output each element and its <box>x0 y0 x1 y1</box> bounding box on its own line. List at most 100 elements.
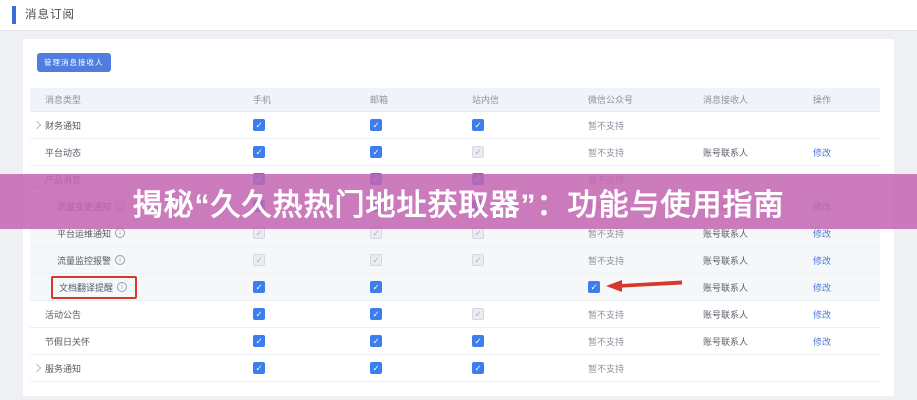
recipient-text: 账号联系人 <box>703 146 748 159</box>
row-label: 平台动态 <box>45 146 81 159</box>
not-supported-text: 暂不支持 <box>588 146 624 159</box>
modify-link[interactable]: 修改 <box>813 254 831 267</box>
info-icon[interactable]: i <box>115 255 125 265</box>
column-header-label: 消息类型 <box>45 93 81 106</box>
email-checkbox-checked[interactable]: ✓ <box>370 335 382 347</box>
row-label: 节假日关怀 <box>45 335 90 348</box>
operation-cell: 修改 <box>813 254 880 267</box>
site-message-cell: ✓ <box>472 119 588 131</box>
email-cell: ✓ <box>370 281 472 293</box>
operation-cell: 修改 <box>813 308 880 321</box>
modify-link[interactable]: 修改 <box>813 335 831 348</box>
message-type-cell: 文档翻译提醒 i <box>30 276 253 299</box>
recipient-cell: 账号联系人 <box>703 281 813 294</box>
email-checkbox-checked[interactable]: ✓ <box>370 362 382 374</box>
column-header: 消息类型 <box>30 93 253 106</box>
message-type-cell: 节假日关怀 <box>30 335 253 348</box>
phone-cell: ✓ <box>253 146 370 158</box>
email-checkbox-checked[interactable]: ✓ <box>370 119 382 131</box>
row-label: 服务通知 <box>45 362 81 375</box>
phone-cell: ✓ <box>253 254 370 266</box>
email-checkbox-checked[interactable]: ✓ <box>370 308 382 320</box>
column-header-label: 微信公众号 <box>588 93 633 106</box>
table-row: 活动公告✓✓✓暂不支持账号联系人修改 <box>30 301 880 328</box>
recipient-cell: 账号联系人 <box>703 335 813 348</box>
email-checkbox-disabled: ✓ <box>370 254 382 266</box>
wechat-checkbox-checked[interactable]: ✓ <box>588 281 600 293</box>
promo-overlay-banner: 揭秘“久久热热门地址获取器”：功能与使用指南 <box>0 174 917 229</box>
column-header-label: 操作 <box>813 93 831 106</box>
phone-checkbox-checked[interactable]: ✓ <box>253 119 265 131</box>
email-cell: ✓ <box>370 335 472 347</box>
not-supported-text: 暂不支持 <box>588 119 624 132</box>
wechat-cell: 暂不支持 <box>588 308 703 321</box>
site-message-checkbox-checked[interactable]: ✓ <box>472 119 484 131</box>
modify-link[interactable]: 修改 <box>813 146 831 159</box>
email-cell: ✓ <box>370 254 472 266</box>
title-accent-bar <box>12 6 16 24</box>
site-message-checkbox-disabled: ✓ <box>472 146 484 158</box>
table-header-row: 消息类型 手机邮箱 站内信 微信公众号 消息接收人操作 <box>30 88 880 112</box>
site-message-checkbox-checked[interactable]: ✓ <box>472 362 484 374</box>
modify-link[interactable]: 修改 <box>813 281 831 294</box>
phone-checkbox-checked[interactable]: ✓ <box>253 146 265 158</box>
phone-cell: ✓ <box>253 281 370 293</box>
info-icon[interactable]: i <box>117 282 127 292</box>
modify-link[interactable]: 修改 <box>813 308 831 321</box>
not-supported-text: 暂不支持 <box>588 308 624 321</box>
chevron-right-icon[interactable] <box>33 121 41 129</box>
phone-checkbox-checked[interactable]: ✓ <box>253 281 265 293</box>
table-row: 财务通知✓✓✓暂不支持 <box>30 112 880 139</box>
column-header: 邮箱 <box>370 93 472 106</box>
column-header: 微信公众号 <box>588 93 703 106</box>
site-message-cell: ✓ <box>472 254 588 266</box>
table-row: 服务通知 ✓ ✓ ✓ 暂不支持 <box>30 355 880 382</box>
wechat-cell: 暂不支持 <box>588 119 703 132</box>
info-icon[interactable]: i <box>115 228 125 238</box>
wechat-cell: ✓ <box>588 278 703 296</box>
site-message-cell: ✓ <box>472 335 588 347</box>
wechat-cell: 暂不支持 <box>588 335 703 348</box>
message-type-cell: 服务通知 <box>30 362 253 375</box>
chevron-right-icon[interactable] <box>33 364 41 372</box>
phone-checkbox-checked[interactable]: ✓ <box>253 308 265 320</box>
column-header: 手机 <box>253 93 370 106</box>
not-supported-text: 暂不支持 <box>588 254 624 267</box>
not-supported-text: 暂不支持 <box>588 335 624 348</box>
promo-overlay-text: 揭秘“久久热热门地址获取器”：功能与使用指南 <box>133 180 785 224</box>
phone-cell: ✓ <box>253 362 370 374</box>
site-message-cell: ✓ <box>472 362 588 374</box>
recipient-cell: 账号联系人 <box>703 146 813 159</box>
column-header-label: 站内信 <box>472 93 499 106</box>
recipient-text: 账号联系人 <box>703 308 748 321</box>
column-header: 消息接收人 <box>703 93 813 106</box>
recipient-cell: 账号联系人 <box>703 308 813 321</box>
site-message-cell: ✓ <box>472 146 588 158</box>
recipient-text: 账号联系人 <box>703 335 748 348</box>
subscription-table: 消息类型手机邮箱站内信微信公众号消息接收人操作财务通知✓✓✓暂不支持平台动态✓✓… <box>30 88 880 382</box>
phone-cell: ✓ <box>253 119 370 131</box>
table-row: 流量监控报警i✓✓✓暂不支持账号联系人修改 <box>30 247 880 274</box>
not-supported-text: 暂不支持 <box>588 362 624 375</box>
highlight-box: 文档翻译提醒 i <box>51 276 137 299</box>
recipient-text: 账号联系人 <box>703 281 748 294</box>
column-header-label: 邮箱 <box>370 93 388 106</box>
row-label: 文档翻译提醒 <box>59 281 113 294</box>
site-message-checkbox-checked[interactable]: ✓ <box>472 335 484 347</box>
column-header: 站内信 <box>472 93 588 106</box>
manage-recipients-button[interactable]: 管理消息接收人 <box>37 53 111 72</box>
email-checkbox-checked[interactable]: ✓ <box>370 281 382 293</box>
column-header: 操作 <box>813 93 880 106</box>
wechat-cell: 暂不支持 <box>588 362 703 375</box>
email-cell: ✓ <box>370 362 472 374</box>
page-title: 消息订阅 <box>25 0 75 31</box>
row-label: 活动公告 <box>45 308 81 321</box>
email-checkbox-checked[interactable]: ✓ <box>370 146 382 158</box>
operation-cell: 修改 <box>813 335 880 348</box>
table-row: 文档翻译提醒 i ✓ ✓ ✓ 账号联系人 修改 <box>30 274 880 301</box>
phone-checkbox-checked[interactable]: ✓ <box>253 362 265 374</box>
phone-checkbox-checked[interactable]: ✓ <box>253 335 265 347</box>
message-type-cell: 活动公告 <box>30 308 253 321</box>
row-label: 流量监控报警 <box>57 254 111 267</box>
red-arrow <box>606 278 684 296</box>
